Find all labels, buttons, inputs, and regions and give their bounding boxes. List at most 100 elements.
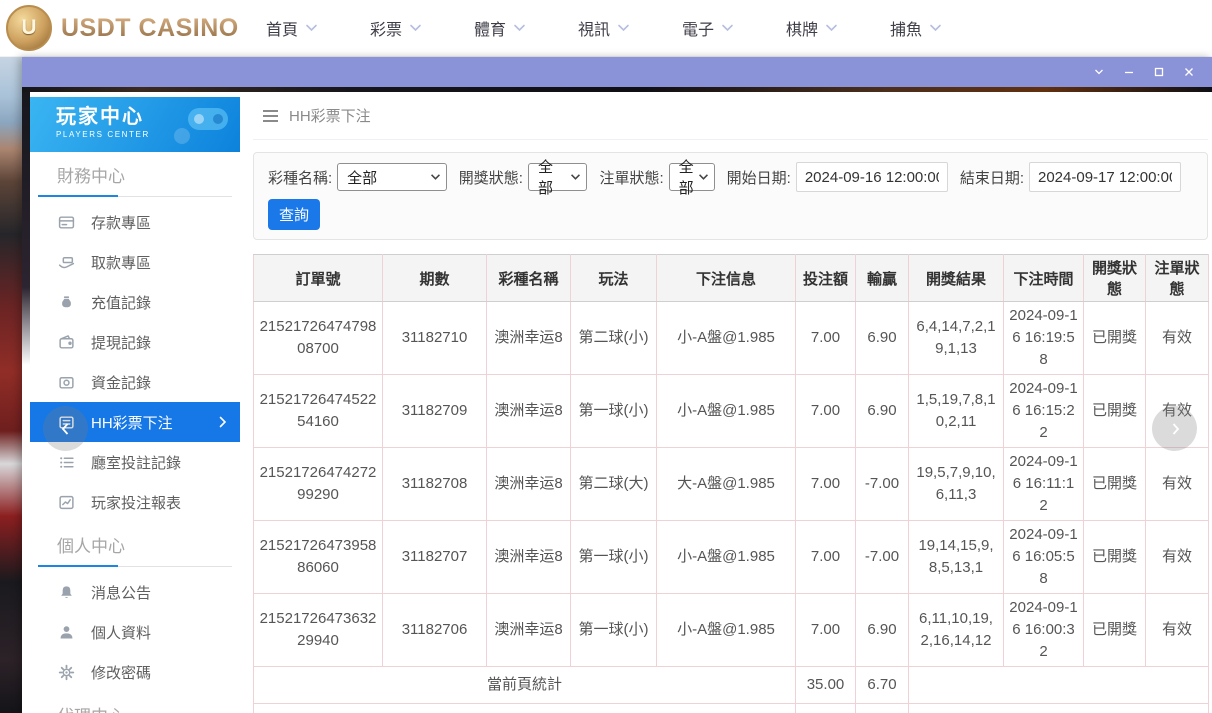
filter-panel: 彩種名稱: 全部 開獎狀態: 全部 — [253, 152, 1208, 240]
cell: -7.00 — [856, 521, 909, 594]
sidebar-item-修改密碼[interactable]: 修改密碼 — [30, 652, 240, 692]
collapse-panel-button[interactable] — [43, 406, 88, 451]
cell: 7.00 — [796, 521, 856, 594]
sidebar-section-財務中心: 財務中心 — [57, 162, 240, 187]
chevron-left-icon — [58, 421, 74, 437]
expand-panel-button[interactable] — [1152, 406, 1197, 451]
sidebar-item-提現記錄[interactable]: 提現記錄 — [30, 322, 240, 362]
chevron-down-icon — [825, 24, 838, 32]
sidebar-item-label: 消息公告 — [91, 582, 151, 603]
window-titlebar — [22, 57, 1212, 87]
table-row: 215217264739588606031182707澳洲幸运8第一球(小)小-… — [254, 521, 1209, 594]
sidebar-item-label: 取款專區 — [91, 252, 151, 273]
cell: 31182707 — [383, 521, 487, 594]
table-row: 215217264745225416031182709澳洲幸运8第一球(小)小-… — [254, 375, 1209, 448]
report-chart-icon — [58, 494, 75, 511]
withdraw-hand-icon — [58, 254, 75, 271]
breadcrumb: HH彩票下注 — [253, 92, 1208, 140]
window-collapse-icon[interactable] — [1084, 57, 1114, 87]
sidebar-item-消息公告[interactable]: 消息公告 — [30, 572, 240, 612]
chevron-down-icon — [513, 24, 526, 32]
start-date-input[interactable] — [796, 162, 948, 192]
search-button[interactable]: 查詢 — [268, 199, 320, 230]
sidebar-item-label: HH彩票下注 — [91, 412, 173, 433]
cell: 澳洲幸运8 — [487, 594, 571, 667]
cell: 2152172647452254160 — [254, 375, 383, 448]
bets-table: 訂單號期數彩種名稱玩法下注信息投注額輸贏開獎結果下注時間開獎狀態注單狀態2152… — [253, 254, 1209, 713]
minimize-icon[interactable] — [1114, 57, 1144, 87]
page: U USDT CASINO 首頁彩票體育視訊電子棋牌捕魚 — [0, 0, 1212, 713]
player-center-window: 玩家中心 PLAYERS CENTER 財務中心存款專區取款專區充值記錄提現記錄… — [22, 57, 1212, 713]
cell: 6.90 — [856, 594, 909, 667]
menu-icon — [263, 110, 278, 122]
cell: 2024-09-16 16:05:58 — [1004, 521, 1084, 594]
end-date-input[interactable] — [1029, 162, 1181, 192]
nav-item-棋牌[interactable]: 棋牌 — [774, 16, 878, 40]
column-header: 下注信息 — [657, 255, 796, 302]
wallet-icon — [58, 334, 75, 351]
sidebar-item-存款專區[interactable]: 存款專區 — [30, 202, 240, 242]
nav-item-首頁[interactable]: 首頁 — [254, 16, 358, 40]
nav-item-捕魚[interactable]: 捕魚 — [878, 16, 982, 40]
cell: 有效 — [1146, 448, 1209, 521]
nav-item-電子[interactable]: 電子 — [670, 16, 774, 40]
sidebar-item-充值記錄[interactable]: 充值記錄 — [30, 282, 240, 322]
chevron-down-icon — [929, 24, 942, 32]
table-row: 215217264747980870031182710澳洲幸运8第二球(小)小-… — [254, 302, 1209, 375]
cell: 有效 — [1146, 594, 1209, 667]
nav-item-體育[interactable]: 體育 — [462, 16, 566, 40]
chevron-down-icon — [305, 24, 318, 32]
chevron-right-icon — [218, 416, 228, 428]
gear-icon — [58, 664, 75, 681]
sidebar-item-資金記錄[interactable]: 資金記錄 — [30, 362, 240, 402]
table-row: 215217264742729929031182708澳洲幸运8第二球(大)大-… — [254, 448, 1209, 521]
sidebar-item-個人資料[interactable]: 個人資料 — [30, 612, 240, 652]
cell: 2024-09-16 16:19:58 — [1004, 302, 1084, 375]
cell: 第二球(小) — [571, 302, 657, 375]
order-status-value: 全部 — [679, 156, 694, 198]
cell: 第一球(小) — [571, 521, 657, 594]
summary-win-loss: 6.70 — [856, 704, 909, 713]
cell: 小-A盤@1.985 — [657, 521, 796, 594]
cell: 小-A盤@1.985 — [657, 302, 796, 375]
cell: 第一球(小) — [571, 375, 657, 448]
cell: 第二球(大) — [571, 448, 657, 521]
cell: 2152172647363229940 — [254, 594, 383, 667]
column-header: 注單狀態 — [1146, 255, 1209, 302]
column-header: 期數 — [383, 255, 487, 302]
end-date-label: 結束日期: — [960, 167, 1024, 188]
cell: 已開獎 — [1084, 521, 1146, 594]
logo-text: USDT CASINO — [61, 14, 239, 43]
draw-status-select[interactable]: 全部 — [528, 163, 588, 191]
summary-bet-total: 35.00 — [796, 667, 856, 704]
draw-status-label: 開獎狀態: — [459, 167, 523, 188]
cell: 31182706 — [383, 594, 487, 667]
cell: 6.90 — [856, 302, 909, 375]
sidebar-item-取款專區[interactable]: 取款專區 — [30, 242, 240, 282]
nav-item-視訊[interactable]: 視訊 — [566, 16, 670, 40]
order-status-select[interactable]: 全部 — [669, 163, 715, 191]
close-icon[interactable] — [1174, 57, 1204, 87]
cell: 澳洲幸运8 — [487, 375, 571, 448]
cell: 7.00 — [796, 594, 856, 667]
cell: 已開獎 — [1084, 375, 1146, 448]
cell: 澳洲幸运8 — [487, 521, 571, 594]
lottery-name-label: 彩種名稱: — [268, 167, 332, 188]
nav-item-label: 捕魚 — [890, 16, 922, 40]
cell: 大-A盤@1.985 — [657, 448, 796, 521]
top-navigation-bar: U USDT CASINO 首頁彩票體育視訊電子棋牌捕魚 — [0, 0, 1212, 57]
start-date-label: 開始日期: — [727, 167, 791, 188]
lottery-name-select[interactable]: 全部 — [337, 163, 447, 191]
cell: 有效 — [1146, 521, 1209, 594]
nav-item-彩票[interactable]: 彩票 — [358, 16, 462, 40]
cell: 已開獎 — [1084, 594, 1146, 667]
sidebar-section-代理中心: 代理中心 — [57, 702, 240, 713]
cell: 7.00 — [796, 375, 856, 448]
cell: 2152172647395886060 — [254, 521, 383, 594]
logo[interactable]: U USDT CASINO — [6, 5, 238, 51]
sidebar-item-label: 廳室投註記錄 — [91, 452, 181, 473]
maximize-icon[interactable] — [1144, 57, 1174, 87]
cell: 31182708 — [383, 448, 487, 521]
sidebar-item-玩家投注報表[interactable]: 玩家投注報表 — [30, 482, 240, 522]
cell: 19,14,15,9,8,5,13,1 — [909, 521, 1004, 594]
